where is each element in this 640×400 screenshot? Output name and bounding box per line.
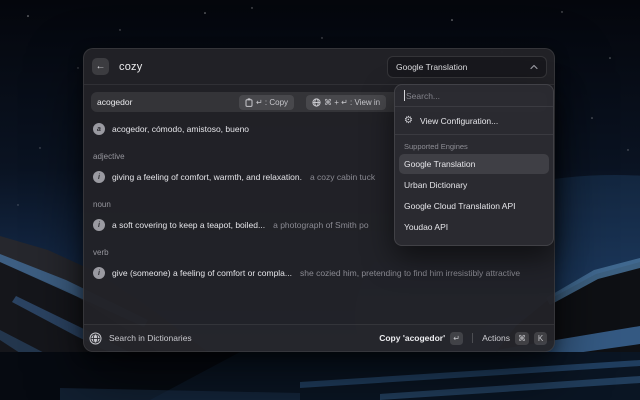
k-key-icon[interactable]: K: [534, 332, 547, 345]
definition-icon: i: [93, 171, 105, 183]
definition-text: a soft covering to keep a teapot, boiled…: [112, 220, 265, 230]
definition-text: give (someone) a feeling of comfort or c…: [112, 268, 292, 278]
chevron-up-icon: [530, 64, 538, 70]
view-in-hint-label: ⌘ + ↵ : View in: [324, 98, 380, 107]
panel-padding: [395, 238, 553, 245]
engine-dropdown-panel: Search... ⚙ View Configuration... Suppor…: [394, 84, 554, 246]
translate-icon: a: [93, 123, 105, 135]
definition-text: giving a feeling of comfort, warmth, and…: [112, 172, 302, 182]
view-configuration-label: View Configuration...: [420, 116, 498, 126]
engine-search-placeholder: Search...: [406, 91, 440, 101]
supported-engines-header: Supported Engines: [404, 142, 544, 151]
engine-selector-dropdown[interactable]: Google Translation: [387, 56, 547, 78]
action-bar: Search in Dictionaries Copy 'acogedor' ↵…: [84, 324, 554, 351]
copy-hint-badge: ↵ : Copy: [239, 95, 294, 110]
engine-item-google-translation[interactable]: Google Translation: [399, 154, 549, 174]
back-arrow-icon: ←: [96, 58, 106, 75]
primary-action-label[interactable]: Copy 'acogedor': [379, 333, 445, 343]
desktop: ← cozy Google Translation acogedor ↵: [0, 0, 640, 400]
copy-hint-label: ↵ : Copy: [256, 98, 288, 107]
dictionaries-extension-icon: [89, 332, 102, 345]
globe-icon: [312, 98, 321, 107]
back-button[interactable]: ←: [92, 58, 109, 75]
footer-divider: [472, 333, 473, 343]
section-header-verb: verb: [93, 248, 554, 260]
definition-icon: i: [93, 267, 105, 279]
engine-item-urban-dictionary[interactable]: Urban Dictionary: [399, 175, 549, 195]
engine-search-input[interactable]: Search...: [395, 85, 553, 107]
example-text: she cozied him, pretending to find him i…: [300, 268, 520, 278]
clipboard-icon: [245, 98, 253, 107]
definition-icon: i: [93, 219, 105, 231]
footer-actions: Copy 'acogedor' ↵ Actions ⌘ K: [379, 332, 547, 345]
command-key-icon[interactable]: ⌘: [515, 332, 529, 345]
result-title: acogedor: [91, 97, 132, 107]
raycast-window: ← cozy Google Translation acogedor ↵: [83, 48, 555, 352]
example-text: a cozy cabin tuck: [310, 172, 375, 182]
search-query[interactable]: cozy: [119, 61, 387, 73]
extension-name: Search in Dictionaries: [109, 333, 192, 343]
translation-text: acogedor, cómodo, amistoso, bueno: [112, 124, 249, 134]
gear-icon: ⚙: [404, 116, 413, 126]
engine-item-youdao-api[interactable]: Youdao API: [399, 217, 549, 237]
engine-selector-label: Google Translation: [396, 62, 467, 72]
definition-row-verb[interactable]: i give (someone) a feeling of comfort or…: [91, 262, 547, 284]
text-cursor: [404, 90, 405, 101]
actions-menu-label[interactable]: Actions: [482, 333, 510, 343]
view-in-hint-badge: ⌘ + ↵ : View in: [306, 95, 386, 110]
extension-source[interactable]: Search in Dictionaries: [89, 332, 379, 345]
view-configuration-item[interactable]: ⚙ View Configuration...: [395, 107, 553, 135]
search-topbar: ← cozy Google Translation: [84, 49, 554, 85]
example-text: a photograph of Smith po: [273, 220, 368, 230]
engine-item-google-cloud-translation-api[interactable]: Google Cloud Translation API: [399, 196, 549, 216]
return-key-icon[interactable]: ↵: [450, 332, 463, 345]
